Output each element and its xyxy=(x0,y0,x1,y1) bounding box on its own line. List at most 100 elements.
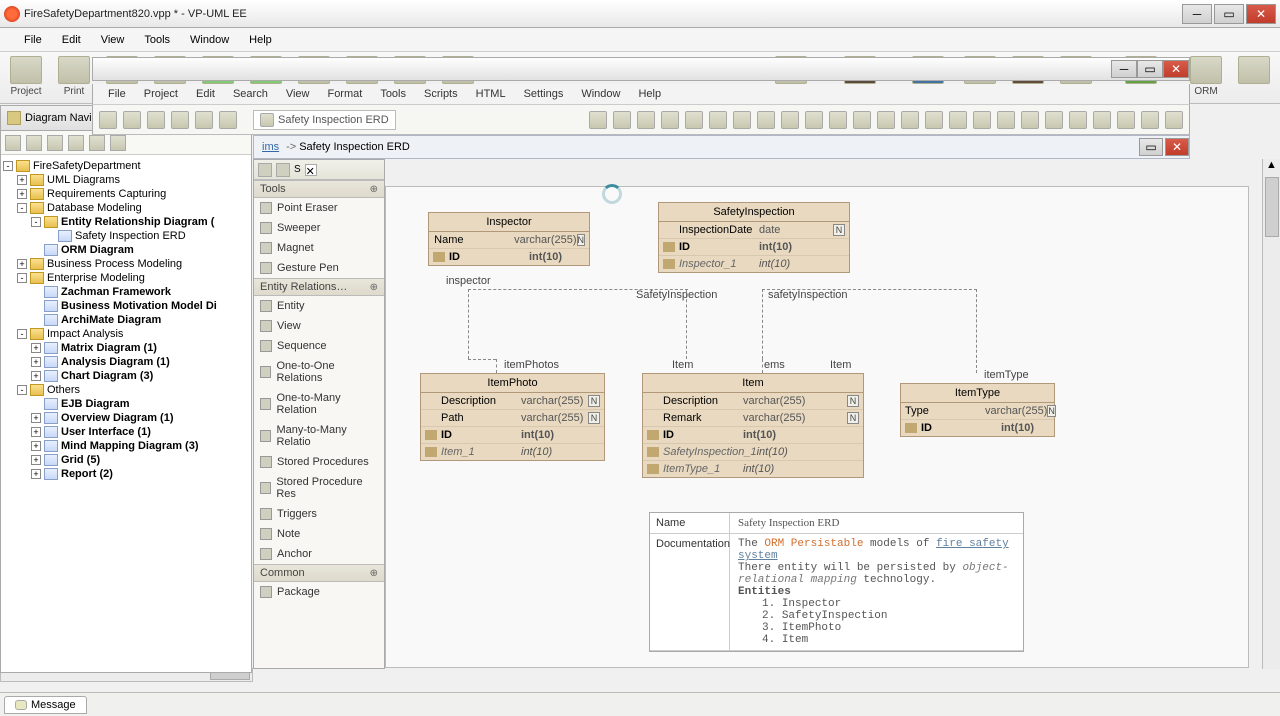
strip-icon[interactable] xyxy=(829,111,847,129)
entity-item[interactable]: Item Descriptionvarchar(255)NRemarkvarch… xyxy=(642,373,864,478)
overlay-close[interactable]: ✕ xyxy=(1163,60,1189,78)
omenu-format[interactable]: Format xyxy=(318,88,371,100)
entity-column[interactable]: IDint(10) xyxy=(643,427,863,444)
tree-item[interactable]: +Grid (5) xyxy=(3,453,249,467)
omenu-search[interactable]: Search xyxy=(224,88,277,100)
cursor-icon[interactable] xyxy=(258,163,272,177)
tree-item[interactable]: +User Interface (1) xyxy=(3,425,249,439)
palette-item[interactable]: Entity xyxy=(254,296,384,316)
entity-itemphoto[interactable]: ItemPhoto Descriptionvarchar(255)NPathva… xyxy=(420,373,605,461)
nav-btn[interactable] xyxy=(110,135,126,151)
tree-item[interactable]: ORM Diagram xyxy=(3,243,249,257)
entity-column[interactable]: SafetyInspection_1int(10) xyxy=(643,444,863,461)
strip-icon[interactable] xyxy=(733,111,751,129)
strip-icon[interactable] xyxy=(1141,111,1159,129)
palette-section[interactable]: Common⊕ xyxy=(254,564,384,582)
palette-item[interactable]: Sweeper xyxy=(254,218,384,238)
nav-btn[interactable] xyxy=(5,135,21,151)
palette-item[interactable]: Gesture Pen xyxy=(254,258,384,278)
tree-item[interactable]: +Overview Diagram (1) xyxy=(3,411,249,425)
menu-help[interactable]: Help xyxy=(239,34,282,46)
entity-column[interactable]: Inspector_1int(10) xyxy=(659,256,849,272)
tree-item[interactable]: +Matrix Diagram (1) xyxy=(3,341,249,355)
strip-icon[interactable] xyxy=(1117,111,1135,129)
strip-icon[interactable] xyxy=(661,111,679,129)
entity-column[interactable]: IDint(10) xyxy=(901,420,1054,436)
palette-item[interactable]: Many-to-Many Relatio xyxy=(254,420,384,452)
omenu-help[interactable]: Help xyxy=(629,88,670,100)
tool-last[interactable] xyxy=(1234,56,1274,86)
tree-item[interactable]: -FireSafetyDepartment xyxy=(3,159,249,173)
palette-item[interactable]: Magnet xyxy=(254,238,384,258)
palette-item[interactable]: Triggers xyxy=(254,504,384,524)
strip-icon[interactable] xyxy=(1165,111,1183,129)
palette-item[interactable]: View xyxy=(254,316,384,336)
minimize-button[interactable]: ─ xyxy=(1182,4,1212,24)
palette-item[interactable]: Sequence xyxy=(254,336,384,356)
overlay-minimize[interactable]: ─ xyxy=(1111,60,1137,78)
entity-column[interactable]: Descriptionvarchar(255)N xyxy=(421,393,604,410)
tree-item[interactable]: -Impact Analysis xyxy=(3,327,249,341)
strip-icon[interactable] xyxy=(219,111,237,129)
entity-column[interactable]: InspectionDatedateN xyxy=(659,222,849,239)
strip-icon[interactable] xyxy=(709,111,727,129)
tree-item[interactable]: -Entity Relationship Diagram ( xyxy=(3,215,249,229)
entity-column[interactable]: IDint(10) xyxy=(421,427,604,444)
palette-item[interactable]: Package xyxy=(254,582,384,602)
entity-column[interactable]: IDint(10) xyxy=(429,249,589,265)
document-tab[interactable]: Safety Inspection ERD xyxy=(253,110,396,130)
entity-column[interactable]: Namevarchar(255)N xyxy=(429,232,589,249)
entity-column[interactable]: Pathvarchar(255)N xyxy=(421,410,604,427)
strip-icon[interactable] xyxy=(589,111,607,129)
canvas-close[interactable]: ✕ xyxy=(1165,138,1189,156)
palette-item[interactable]: Stored Procedure Res xyxy=(254,472,384,504)
tool-project[interactable]: Project xyxy=(6,56,46,97)
entity-column[interactable]: IDint(10) xyxy=(659,239,849,256)
entity-column[interactable]: Remarkvarchar(255)N xyxy=(643,410,863,427)
strip-icon[interactable] xyxy=(853,111,871,129)
strip-icon[interactable] xyxy=(123,111,141,129)
tree-item[interactable]: +UML Diagrams xyxy=(3,173,249,187)
tree-item[interactable]: Business Motivation Model Di xyxy=(3,299,249,313)
entity-safetyinspection[interactable]: SafetyInspection InspectionDatedateNIDin… xyxy=(658,202,850,273)
documentation-panel[interactable]: Name Safety Inspection ERD Documentation… xyxy=(649,512,1024,652)
strip-icon[interactable] xyxy=(805,111,823,129)
nav-btn[interactable] xyxy=(47,135,63,151)
omenu-tools[interactable]: Tools xyxy=(371,88,415,100)
omenu-window[interactable]: Window xyxy=(572,88,629,100)
strip-icon[interactable] xyxy=(685,111,703,129)
strip-icon[interactable] xyxy=(613,111,631,129)
overlay-maximize[interactable]: ▭ xyxy=(1137,60,1163,78)
entity-itemtype[interactable]: ItemType Typevarchar(255)NIDint(10) xyxy=(900,383,1055,437)
palette-item[interactable]: Anchor xyxy=(254,544,384,564)
entity-column[interactable]: ItemType_1int(10) xyxy=(643,461,863,477)
palette-item[interactable]: Stored Procedures xyxy=(254,452,384,472)
entity-column[interactable]: Item_1int(10) xyxy=(421,444,604,460)
tree-item[interactable]: -Enterprise Modeling xyxy=(3,271,249,285)
omenu-file[interactable]: File xyxy=(99,88,135,100)
menu-tools[interactable]: Tools xyxy=(134,34,180,46)
close-icon[interactable]: ✕ xyxy=(305,164,317,176)
strip-icon[interactable] xyxy=(757,111,775,129)
strip-icon[interactable] xyxy=(1021,111,1039,129)
tree-item[interactable]: ArchiMate Diagram xyxy=(3,313,249,327)
tree-item[interactable]: +Requirements Capturing xyxy=(3,187,249,201)
tree-item[interactable]: +Mind Mapping Diagram (3) xyxy=(3,439,249,453)
omenu-settings[interactable]: Settings xyxy=(515,88,573,100)
omenu-project[interactable]: Project xyxy=(135,88,187,100)
tool-orm[interactable]: ORM xyxy=(1186,56,1226,97)
crumb-root[interactable]: ims xyxy=(262,141,279,153)
strip-icon[interactable] xyxy=(1093,111,1111,129)
strip-icon[interactable] xyxy=(637,111,655,129)
nav-btn[interactable] xyxy=(89,135,105,151)
palette-item[interactable]: Note xyxy=(254,524,384,544)
entity-column[interactable]: Typevarchar(255)N xyxy=(901,403,1054,420)
omenu-html[interactable]: HTML xyxy=(467,88,515,100)
omenu-view[interactable]: View xyxy=(277,88,319,100)
tree-item[interactable]: +Chart Diagram (3) xyxy=(3,369,249,383)
strip-icon[interactable] xyxy=(901,111,919,129)
tool-print[interactable]: Print xyxy=(54,56,94,97)
tree-item[interactable]: Safety Inspection ERD xyxy=(3,229,249,243)
tree-item[interactable]: -Database Modeling xyxy=(3,201,249,215)
nav-btn[interactable] xyxy=(26,135,42,151)
